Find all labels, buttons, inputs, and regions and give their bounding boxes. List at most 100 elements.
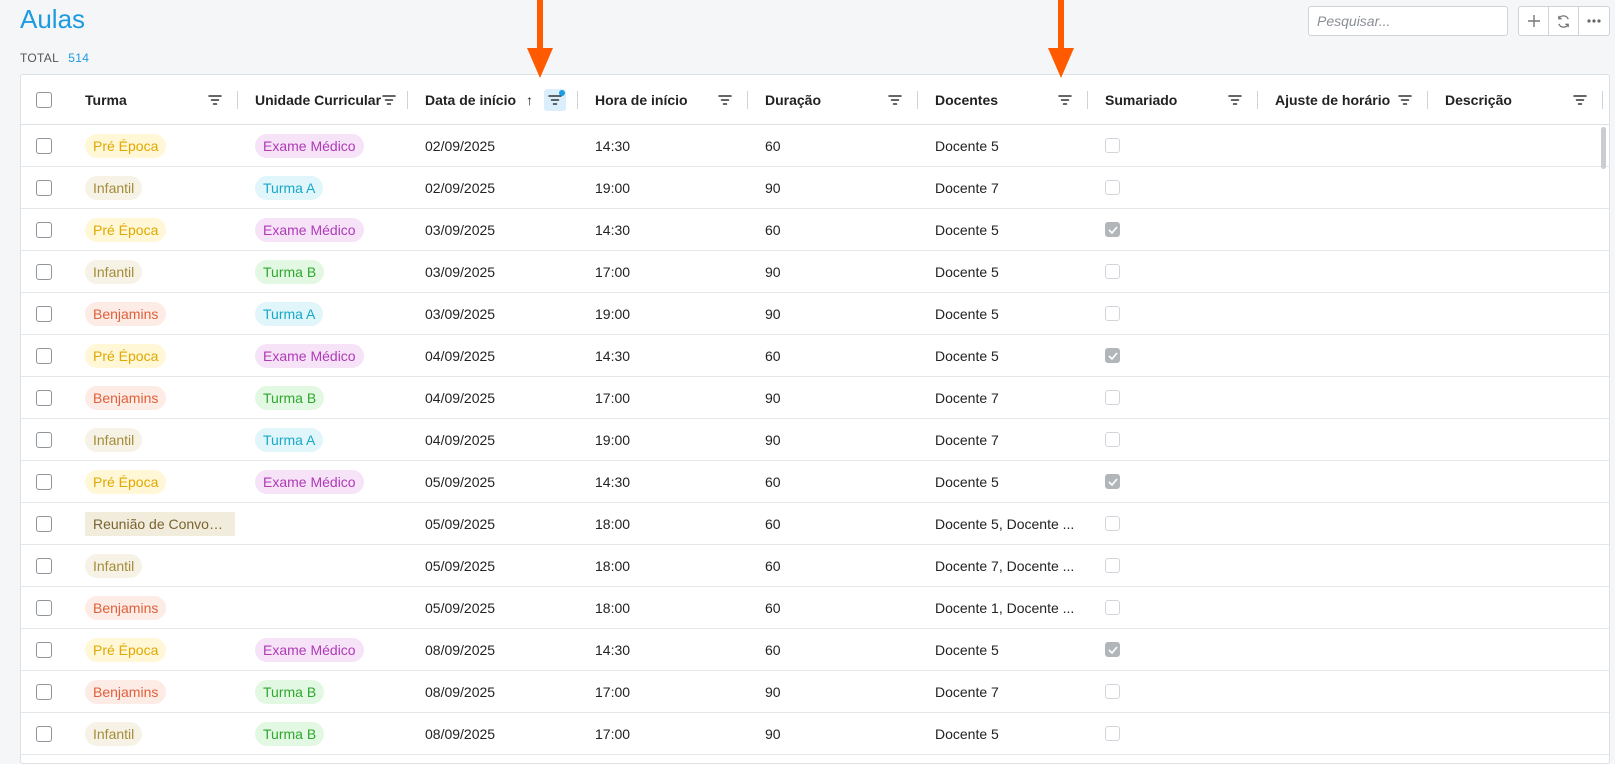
turma-tag: Pré Época xyxy=(85,133,167,158)
table-row[interactable]: Infantil Turma A 04/09/2025 19:00 90 Docente … xyxy=(21,419,1609,461)
uc-tag: Turma B xyxy=(255,259,325,284)
filter-icon[interactable] xyxy=(1569,89,1591,111)
cell-doc: Docente 5 xyxy=(918,461,1088,502)
cell-hora: 17:00 xyxy=(578,251,748,292)
filter-icon-active[interactable] xyxy=(544,88,566,111)
uc-tag: Turma A xyxy=(255,175,324,200)
cell-turma: Benjamins xyxy=(68,587,238,628)
sumariado-checkbox xyxy=(1105,726,1120,741)
header-turma[interactable]: Turma xyxy=(68,75,238,124)
table-row[interactable]: Benjamins Turma A 03/09/2025 19:00 90 Docente… xyxy=(21,293,1609,335)
row-checkbox[interactable] xyxy=(36,263,52,280)
start-date-text: 03/09/2025 xyxy=(425,263,496,280)
turma-tag: Infantil xyxy=(85,721,143,746)
filter-icon[interactable] xyxy=(884,89,906,111)
refresh-button[interactable] xyxy=(1549,7,1579,35)
header-ajuste-horario[interactable]: Ajuste de horário xyxy=(1258,75,1428,124)
duration-text: 90 xyxy=(765,431,781,448)
table-row[interactable]: Benjamins Turma B 04/09/2025 17:00 90 Docente… xyxy=(21,377,1609,419)
row-checkbox[interactable] xyxy=(36,431,52,448)
cell-sum xyxy=(1088,587,1258,628)
header-select-cell xyxy=(21,75,68,124)
row-checkbox[interactable] xyxy=(36,305,52,322)
more-button[interactable] xyxy=(1579,7,1609,35)
cell-uc xyxy=(238,503,408,544)
row-checkbox[interactable] xyxy=(36,599,52,616)
row-checkbox[interactable] xyxy=(36,725,52,742)
table-row[interactable]: Infantil Turma A 02/09/2025 19:00 90 Docente … xyxy=(21,167,1609,209)
cell-sum xyxy=(1088,503,1258,544)
row-select-cell xyxy=(21,419,68,460)
duration-text: 90 xyxy=(765,305,781,322)
add-button[interactable] xyxy=(1519,7,1549,35)
cell-sum xyxy=(1088,713,1258,754)
filter-icon[interactable] xyxy=(204,89,226,111)
cell-uc: Exame Médico xyxy=(238,209,408,250)
filter-icon[interactable] xyxy=(1394,89,1416,111)
table-row[interactable]: Infantil 05/09/2025 18:00 60 Docente 7, Doce… xyxy=(21,545,1609,587)
cell-data: 02/09/2025 xyxy=(408,125,578,166)
cell-data: 03/09/2025 xyxy=(408,251,578,292)
row-checkbox[interactable] xyxy=(36,221,52,238)
header-label: Ajuste de horário xyxy=(1275,91,1391,108)
header-docentes[interactable]: Docentes xyxy=(918,75,1088,124)
table-row[interactable]: Infantil Turma B 08/09/2025 17:00 90 Docente … xyxy=(21,713,1609,755)
docentes-text: Docente 7 xyxy=(935,431,999,448)
header-data-inicio[interactable]: Data de início ↑ xyxy=(408,75,578,124)
sort-ascending-icon[interactable]: ↑ xyxy=(526,92,533,108)
filter-icon[interactable] xyxy=(714,89,736,111)
table-row[interactable]: Infantil Turma B 03/09/2025 17:00 90 Docente … xyxy=(21,251,1609,293)
uc-tag: Exame Médico xyxy=(255,637,364,662)
page-title: Aulas xyxy=(20,4,86,34)
cell-hora: 19:00 xyxy=(578,167,748,208)
filter-icon[interactable] xyxy=(1054,89,1076,111)
table-row[interactable]: Reunião de Convoc... 05/09/2025 18:00 60 Doc… xyxy=(21,503,1609,545)
sumariado-checkbox xyxy=(1105,642,1120,657)
row-checkbox[interactable] xyxy=(36,515,52,532)
row-checkbox[interactable] xyxy=(36,179,52,196)
header-unidade-curricular[interactable]: Unidade Curricular xyxy=(238,75,408,124)
row-checkbox[interactable] xyxy=(36,557,52,574)
header-descricao[interactable]: Descrição xyxy=(1428,75,1603,124)
table-row[interactable]: Benjamins 05/09/2025 18:00 60 Docente 1, Doc… xyxy=(21,587,1609,629)
header-hora-inicio[interactable]: Hora de início xyxy=(578,75,748,124)
row-checkbox[interactable] xyxy=(36,473,52,490)
row-checkbox[interactable] xyxy=(36,137,52,154)
start-time-text: 14:30 xyxy=(595,347,631,364)
row-checkbox[interactable] xyxy=(36,683,52,700)
search-input[interactable] xyxy=(1308,6,1508,36)
duration-text: 90 xyxy=(765,725,781,742)
sumariado-checkbox xyxy=(1105,600,1120,615)
start-date-text: 02/09/2025 xyxy=(425,179,496,196)
vertical-scrollbar[interactable] xyxy=(1601,127,1606,169)
header-label: Descrição xyxy=(1445,91,1512,108)
duration-text: 60 xyxy=(765,557,781,574)
header-label: Turma xyxy=(85,91,127,108)
cell-aj xyxy=(1258,419,1428,460)
table-row[interactable]: Pré Época Exame Médico 03/09/2025 14:30 60 Do… xyxy=(21,209,1609,251)
cell-desc xyxy=(1428,125,1603,166)
row-checkbox[interactable] xyxy=(36,389,52,406)
header-sumariado[interactable]: Sumariado xyxy=(1088,75,1258,124)
table-row[interactable]: Pré Época Exame Médico 05/09/2025 14:30 60 Do… xyxy=(21,461,1609,503)
filter-icon[interactable] xyxy=(381,89,396,111)
cell-sum xyxy=(1088,251,1258,292)
cell-data: 02/09/2025 xyxy=(408,167,578,208)
cell-doc: Docente 7 xyxy=(918,167,1088,208)
table-row[interactable]: Pré Época Exame Médico 04/09/2025 14:30 60 Do… xyxy=(21,335,1609,377)
table-row[interactable]: Pré Época Exame Médico 02/09/2025 14:30 60 Do… xyxy=(21,125,1609,167)
table-row[interactable]: Benjamins Turma B 08/09/2025 17:00 90 Docente… xyxy=(21,671,1609,713)
row-checkbox[interactable] xyxy=(36,641,52,658)
cell-doc: Docente 5 xyxy=(918,335,1088,376)
cell-uc: Turma A xyxy=(238,419,408,460)
table-row[interactable]: Pré Época Exame Médico 08/09/2025 14:30 60 Do… xyxy=(21,629,1609,671)
header-duracao[interactable]: Duração xyxy=(748,75,918,124)
filter-icon[interactable] xyxy=(1224,89,1246,111)
sumariado-checkbox xyxy=(1105,180,1120,195)
select-all-checkbox[interactable] xyxy=(36,91,52,108)
start-date-text: 02/09/2025 xyxy=(425,137,496,154)
duration-text: 90 xyxy=(765,179,781,196)
row-checkbox[interactable] xyxy=(36,347,52,364)
cell-aj xyxy=(1258,713,1428,754)
cell-data: 05/09/2025 xyxy=(408,503,578,544)
